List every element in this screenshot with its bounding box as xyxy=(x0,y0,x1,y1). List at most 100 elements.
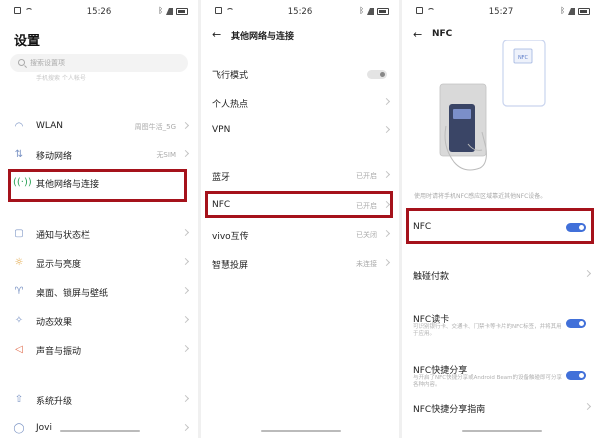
back-arrow-icon[interactable]: ← xyxy=(212,28,221,41)
tap-pay-row[interactable]: 触碰付款 xyxy=(402,264,600,286)
chevron-right-icon xyxy=(583,402,592,411)
highlight-box xyxy=(205,191,393,218)
row-label: 蓝牙 xyxy=(212,173,231,183)
chevron-right-icon xyxy=(181,149,190,158)
chevron-right-icon xyxy=(181,286,190,295)
notification-icon: ▢ xyxy=(14,228,24,239)
settings-item-label: Jovi xyxy=(36,423,52,433)
highlight-box xyxy=(406,208,594,244)
chevron-right-icon xyxy=(583,269,592,278)
chevron-right-icon xyxy=(181,121,190,130)
chevron-right-icon xyxy=(382,97,391,106)
jovi-icon: ◯ xyxy=(13,423,25,434)
wifi-icon: ◠ xyxy=(14,121,24,132)
quick-share-sub: 与开启了NFC快捷分享或Android Beam的设备触碰即可分享各种内容。 xyxy=(413,375,563,388)
chevron-right-icon xyxy=(181,257,190,266)
upgrade-icon: ⇧ xyxy=(14,394,24,405)
chevron-right-icon xyxy=(382,229,391,238)
bluetooth-icon: ᛒ xyxy=(359,6,364,15)
chevron-right-icon xyxy=(181,228,190,237)
chevron-right-icon xyxy=(382,170,391,179)
airplane-mode-toggle[interactable] xyxy=(367,70,387,79)
settings-item-system-upgrade[interactable]: ⇧ 系统升级 xyxy=(0,389,198,411)
bluetooth-icon: ᛒ xyxy=(158,6,163,15)
row-label: NFC快捷分享指南 xyxy=(413,405,486,415)
vpn-row[interactable]: VPN xyxy=(201,120,399,142)
settings-item-notifications[interactable]: ▢ 通知与状态栏 xyxy=(0,223,198,245)
chevron-right-icon xyxy=(181,344,190,353)
status-bar: 15:26 ᛒ xyxy=(201,7,399,19)
chevron-right-icon xyxy=(382,258,391,267)
nfc-tag-label: NFC xyxy=(518,55,529,61)
settings-item-motion[interactable]: ✧ 动态效果 xyxy=(0,310,198,332)
hotspot-row[interactable]: 个人热点 xyxy=(201,92,399,114)
nfc-reader-sub: 可识别银行卡、交通卡、门禁卡等卡片的NFC标签，并将其用于应用。 xyxy=(413,324,562,337)
page-title: 其他网络与连接 xyxy=(231,32,295,42)
signal-icon: ⇅ xyxy=(14,149,24,160)
settings-item-value: 周图牛活_5G xyxy=(134,123,176,131)
speaker-icon: ◁ xyxy=(15,344,23,355)
home-indicator[interactable] xyxy=(60,430,140,432)
nfc-screen: 15:27 ᛒ ← NFC NFC 使用时请将手机NFC感应区域靠近其他NFC设… xyxy=(402,0,600,438)
settings-item-label: WLAN xyxy=(36,121,64,131)
battery-icon xyxy=(176,7,188,15)
page-title: NFC xyxy=(432,29,453,39)
search-placeholder: 搜索设置项 xyxy=(30,59,65,67)
settings-item-label: 系统升级 xyxy=(36,397,73,407)
other-networks-screen: 15:26 ᛒ ← 其他网络与连接 飞行模式 个人热点 VPN 蓝牙 已开启 N… xyxy=(201,0,399,438)
settings-item-mobile-network[interactable]: ⇅ 移动网络 无SIM xyxy=(0,144,198,166)
row-label: 个人热点 xyxy=(212,100,249,110)
row-value: 已关闭 xyxy=(356,231,377,239)
search-icon xyxy=(18,59,25,66)
bluetooth-row[interactable]: 蓝牙 已开启 xyxy=(201,165,399,187)
home-indicator[interactable] xyxy=(462,430,542,432)
nfc-illustration: NFC xyxy=(439,40,546,171)
highlight-box xyxy=(8,169,187,202)
row-value: 已开启 xyxy=(356,172,377,180)
battery-icon xyxy=(377,7,389,15)
row-label: VPN xyxy=(212,125,231,135)
battery-icon xyxy=(578,7,590,15)
vivo-share-row[interactable]: vivo互传 已关闭 xyxy=(201,224,399,246)
quick-share-toggle[interactable] xyxy=(566,371,586,380)
quick-share-guide-row[interactable]: NFC快捷分享指南 xyxy=(402,397,600,419)
screen-cast-row[interactable]: 智慧投屏 未连接 xyxy=(201,253,399,275)
settings-item-jovi[interactable]: ◯ Jovi xyxy=(0,418,198,438)
search-input[interactable]: 搜索设置项 xyxy=(10,54,188,72)
settings-item-label: 显示与亮度 xyxy=(36,260,82,270)
row-label: 飞行模式 xyxy=(212,71,249,81)
settings-item-label: 通知与状态栏 xyxy=(36,231,91,241)
sun-icon: ☼ xyxy=(14,257,24,268)
shirt-icon: ♈ xyxy=(14,286,24,297)
settings-item-label: 动态效果 xyxy=(36,318,73,328)
settings-item-display[interactable]: ☼ 显示与亮度 xyxy=(0,252,198,274)
nfc-description: 使用时请将手机NFC感应区域靠近其他NFC设备。 xyxy=(414,193,547,200)
settings-item-wallpaper[interactable]: ♈ 桌面、锁屏与壁纸 xyxy=(0,281,198,303)
chevron-right-icon xyxy=(181,315,190,324)
page-title: 设置 xyxy=(14,34,41,49)
home-indicator[interactable] xyxy=(261,430,341,432)
motion-icon: ✧ xyxy=(14,315,24,326)
signal-icon xyxy=(568,7,575,15)
status-bar: 15:26 ᛒ xyxy=(0,7,198,19)
nfc-reader-toggle[interactable] xyxy=(566,319,586,328)
settings-item-value: 无SIM xyxy=(156,151,176,159)
row-value: 未连接 xyxy=(356,260,377,268)
chevron-right-icon xyxy=(181,423,190,432)
chevron-right-icon xyxy=(382,125,391,134)
chevron-right-icon xyxy=(181,394,190,403)
airplane-mode-row[interactable]: 飞行模式 xyxy=(201,63,399,85)
settings-item-label: 桌面、锁屏与壁纸 xyxy=(36,289,109,299)
signal-icon xyxy=(166,7,173,15)
settings-screen: 15:26 ᛒ 设置 搜索设置项 手机搜索 个人帐号 ◠ WLAN 周图牛活_5… xyxy=(0,0,198,438)
settings-item-wlan[interactable]: ◠ WLAN 周图牛活_5G xyxy=(0,116,198,138)
bluetooth-icon: ᛒ xyxy=(560,6,565,15)
settings-item-label: 声音与振动 xyxy=(36,347,82,357)
signal-icon xyxy=(367,7,374,15)
search-hint: 手机搜索 个人帐号 xyxy=(36,75,86,82)
settings-item-sound[interactable]: ◁ 声音与振动 xyxy=(0,339,198,361)
row-label: 触碰付款 xyxy=(413,272,450,282)
row-label: vivo互传 xyxy=(212,232,249,242)
settings-item-label: 移动网络 xyxy=(36,152,73,162)
row-label: 智慧投屏 xyxy=(212,261,249,271)
